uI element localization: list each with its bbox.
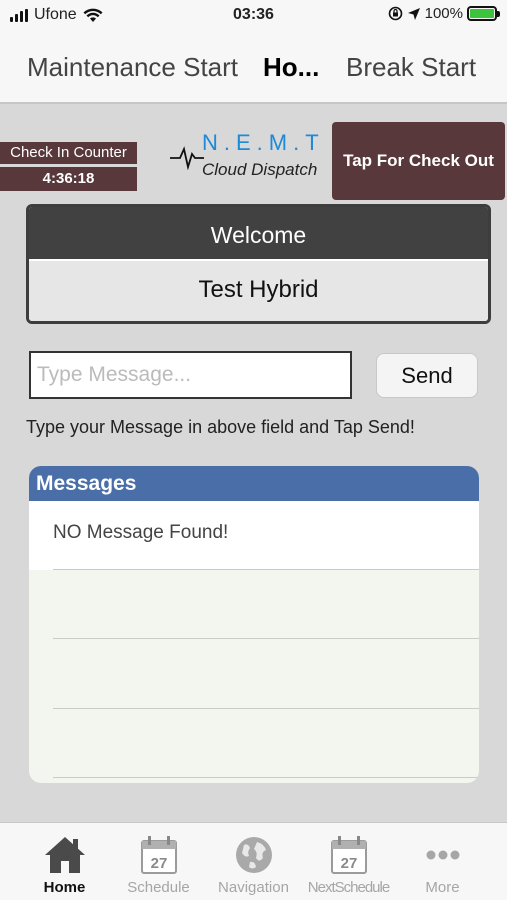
globe-icon <box>235 837 272 873</box>
list-divider <box>53 708 479 709</box>
tab-home-label: Home <box>43 879 86 896</box>
tab-next-schedule-label: NextSchedule <box>307 879 390 896</box>
more-icon <box>426 850 459 860</box>
welcome-card: Welcome Test Hybrid <box>26 204 491 324</box>
nav-break-start[interactable]: Break Start <box>346 52 476 83</box>
calendar-icon: 27 <box>330 836 367 874</box>
messages-empty-text: NO Message Found! <box>29 501 479 570</box>
check-in-counter-label: Check In Counter <box>0 142 137 164</box>
message-hint: Type your Message in above field and Tap… <box>26 417 415 437</box>
messages-title: Messages <box>29 466 479 501</box>
list-divider <box>53 638 479 639</box>
tab-navigation-label: Navigation <box>218 879 289 896</box>
home-icon <box>44 837 85 873</box>
status-bar: Ufone 03:36 100% <box>0 0 507 32</box>
orientation-lock-icon <box>388 6 402 21</box>
tab-home[interactable]: Home <box>14 829 115 899</box>
check-in-counter-value: 4:36:18 <box>0 167 137 191</box>
tab-more[interactable]: More <box>392 829 493 899</box>
tab-schedule[interactable]: 27 Schedule <box>108 829 209 899</box>
battery-percent: 100% <box>424 5 463 22</box>
nemt-logo: N.E.M.T Cloud Dispatch <box>168 128 328 184</box>
check-out-button[interactable]: Tap For Check Out <box>332 122 505 200</box>
tab-more-label: More <box>425 879 460 896</box>
battery-icon <box>467 6 500 21</box>
tab-next-schedule[interactable]: 27 NextSchedule <box>298 829 399 899</box>
nav-maintenance-start[interactable]: Maintenance Start <box>27 52 238 83</box>
send-button[interactable]: Send <box>376 353 478 398</box>
calendar-day: 27 <box>150 855 167 872</box>
logo-subtitle: Cloud Dispatch <box>202 160 318 179</box>
nav-home[interactable]: Ho... <box>263 52 319 83</box>
welcome-title: Welcome <box>29 207 488 259</box>
list-divider <box>53 569 479 570</box>
calendar-day: 27 <box>340 855 357 872</box>
heartbeat-icon <box>170 146 204 170</box>
tab-bar: Home 27 Schedule Navigation 27 NextSched… <box>0 822 507 900</box>
messages-panel: Messages NO Message Found! <box>29 466 479 783</box>
tab-navigation[interactable]: Navigation <box>203 829 304 899</box>
logo-title: N.E.M.T <box>202 130 325 155</box>
driver-name: Test Hybrid <box>29 259 488 321</box>
tab-schedule-label: Schedule <box>127 879 190 896</box>
calendar-icon: 27 <box>140 836 177 874</box>
location-arrow-icon <box>407 7 420 20</box>
top-nav: Maintenance Start Ho... Break Start <box>0 32 507 104</box>
status-right: 100% <box>388 5 500 22</box>
list-divider <box>53 777 479 778</box>
message-input[interactable] <box>29 351 352 399</box>
